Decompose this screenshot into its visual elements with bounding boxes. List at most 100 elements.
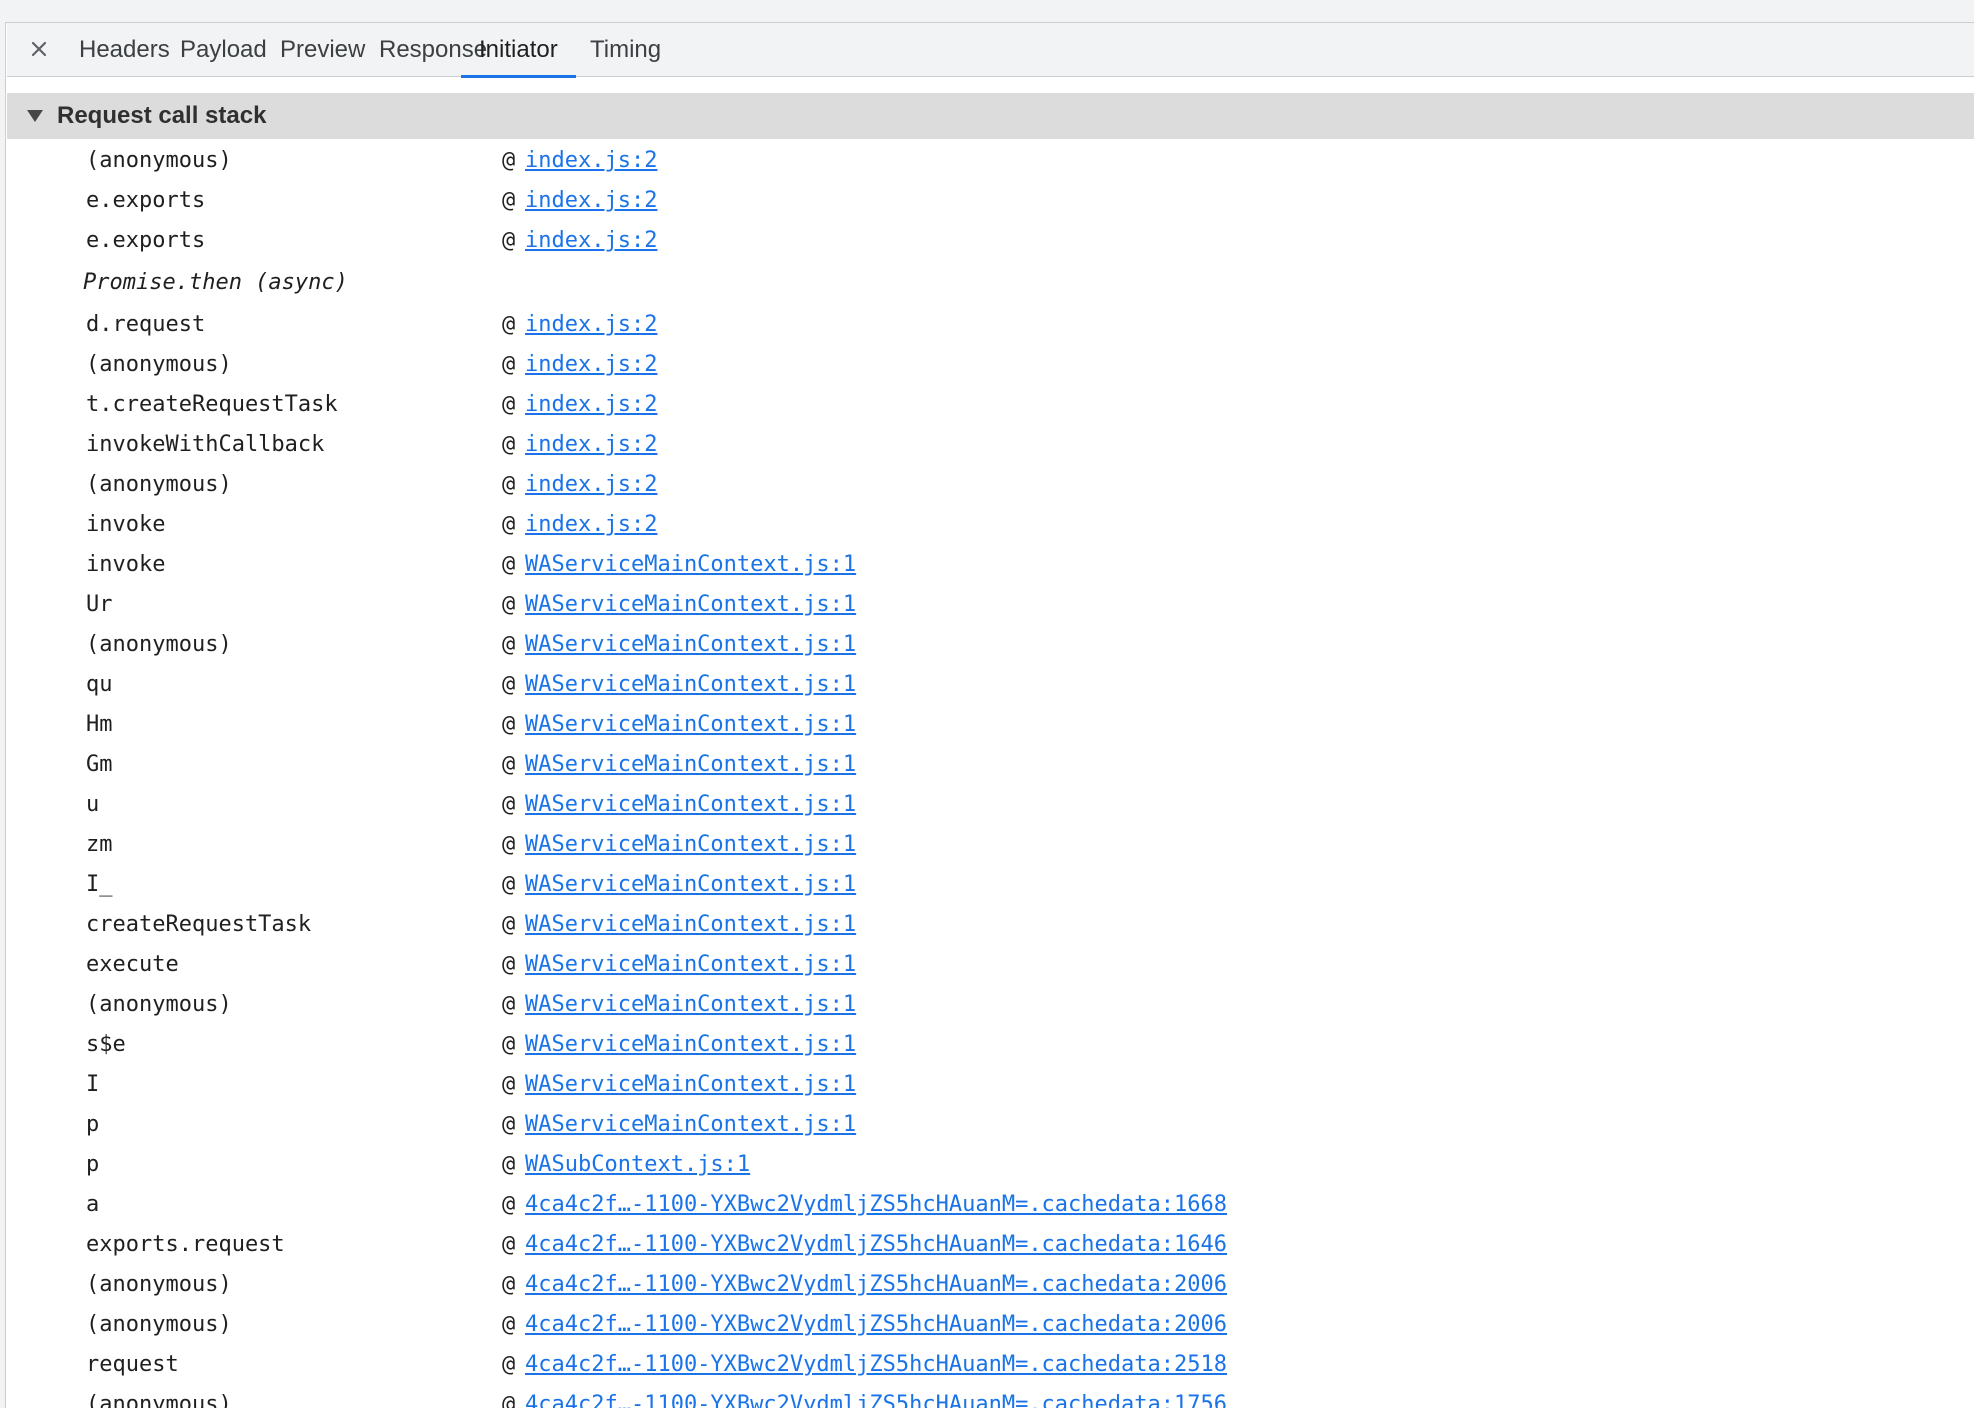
- call-stack-frame: e.exports @ index.js:2: [7, 221, 1974, 261]
- at-symbol: @: [502, 672, 516, 697]
- source-link[interactable]: index.js:2: [525, 425, 657, 465]
- at-symbol: @: [502, 632, 516, 657]
- call-stack-frame: (anonymous) @ index.js:2: [7, 465, 1974, 505]
- call-stack-frame: p @ WASubContext.js:1: [7, 1145, 1974, 1185]
- async-separator-row: Promise.then (async): [7, 261, 1974, 305]
- function-name: s$e: [86, 1032, 126, 1057]
- function-name: (anonymous): [86, 1312, 232, 1337]
- function-name: execute: [86, 952, 179, 977]
- at-symbol: @: [502, 148, 516, 173]
- source-link[interactable]: WAServiceMainContext.js:1: [525, 985, 856, 1025]
- call-stack-frame: (anonymous) @4ca4c2f…-1100-YXBwc2VydmljZS…: [7, 1305, 1974, 1345]
- source-link[interactable]: WAServiceMainContext.js:1: [525, 825, 856, 865]
- call-stack-frame: e.exports @ index.js:2: [7, 181, 1974, 221]
- source-link[interactable]: WAServiceMainContext.js:1: [525, 945, 856, 985]
- source-link[interactable]: 4ca4c2f…-1100-YXBwc2VydmljZS5hcHAuanM=.c…: [525, 1185, 1227, 1225]
- at-symbol: @: [502, 1152, 516, 1177]
- source-link[interactable]: WAServiceMainContext.js:1: [525, 1025, 856, 1065]
- call-stack-list: (anonymous) @ index.js:2 e.exports @ index.js…: [7, 141, 1974, 1408]
- function-name: e.exports: [86, 228, 206, 253]
- at-symbol: @: [502, 1272, 516, 1297]
- function-name: Gm: [86, 752, 113, 777]
- call-stack-frame: d.request @ index.js:2: [7, 305, 1974, 345]
- function-name: (anonymous): [86, 472, 232, 497]
- source-link[interactable]: WAServiceMainContext.js:1: [525, 665, 856, 705]
- source-link[interactable]: WAServiceMainContext.js:1: [525, 585, 856, 625]
- call-stack-frame: Gm @ WAServiceMainContext.js:1: [7, 745, 1974, 785]
- call-stack-frame: Ur @ WAServiceMainContext.js:1: [7, 585, 1974, 625]
- source-link[interactable]: WAServiceMainContext.js:1: [525, 545, 856, 585]
- source-link[interactable]: 4ca4c2f…-1100-YXBwc2VydmljZS5hcHAuanM=.c…: [525, 1385, 1227, 1408]
- at-symbol: @: [502, 188, 516, 213]
- at-symbol: @: [502, 592, 516, 617]
- call-stack-frame: u @ WAServiceMainContext.js:1: [7, 785, 1974, 825]
- call-stack-frame: qu @ WAServiceMainContext.js:1: [7, 665, 1974, 705]
- source-link[interactable]: 4ca4c2f…-1100-YXBwc2VydmljZS5hcHAuanM=.c…: [525, 1305, 1227, 1345]
- at-symbol: @: [502, 1312, 516, 1337]
- call-stack-frame: (anonymous) @4ca4c2f…-1100-YXBwc2VydmljZS…: [7, 1385, 1974, 1408]
- call-stack-frame: (anonymous) @4ca4c2f…-1100-YXBwc2VydmljZS…: [7, 1265, 1974, 1305]
- source-link[interactable]: WASubContext.js:1: [525, 1145, 750, 1185]
- tab-initiator[interactable]: Initiator: [461, 23, 576, 78]
- source-link[interactable]: WAServiceMainContext.js:1: [525, 1065, 856, 1105]
- call-stack-frame: invokeWithCallback @ index.js:2: [7, 425, 1974, 465]
- at-symbol: @: [502, 352, 516, 377]
- source-link[interactable]: WAServiceMainContext.js:1: [525, 905, 856, 945]
- function-name: invoke: [86, 552, 166, 577]
- call-stack-frame: t.createRequestTask @ index.js:2: [7, 385, 1974, 425]
- source-link[interactable]: index.js:2: [525, 305, 657, 345]
- function-name: Promise.then (async): [83, 270, 348, 295]
- at-symbol: @: [502, 792, 516, 817]
- call-stack-frame: s$e @ WAServiceMainContext.js:1: [7, 1025, 1974, 1065]
- at-symbol: @: [502, 1192, 516, 1217]
- at-symbol: @: [502, 912, 516, 937]
- at-symbol: @: [502, 872, 516, 897]
- source-link[interactable]: 4ca4c2f…-1100-YXBwc2VydmljZS5hcHAuanM=.c…: [525, 1265, 1227, 1305]
- function-name: I_: [86, 872, 113, 897]
- call-stack-frame: request @4ca4c2f…-1100-YXBwc2VydmljZS5hcH…: [7, 1345, 1974, 1385]
- function-name: invoke: [86, 512, 166, 537]
- function-name: (anonymous): [86, 1392, 232, 1408]
- source-link[interactable]: WAServiceMainContext.js:1: [525, 1105, 856, 1145]
- source-link[interactable]: WAServiceMainContext.js:1: [525, 785, 856, 825]
- function-name: d.request: [86, 312, 206, 337]
- close-icon[interactable]: [21, 31, 57, 67]
- source-link[interactable]: index.js:2: [525, 385, 657, 425]
- call-stack-frame: (anonymous) @ WAServiceMainContext.js:1: [7, 985, 1974, 1025]
- at-symbol: @: [502, 1072, 516, 1097]
- source-link[interactable]: WAServiceMainContext.js:1: [525, 745, 856, 785]
- source-link[interactable]: index.js:2: [525, 505, 657, 545]
- function-name: Hm: [86, 712, 113, 737]
- at-symbol: @: [502, 512, 516, 537]
- at-symbol: @: [502, 1392, 516, 1408]
- function-name: Ur: [86, 592, 113, 617]
- source-link[interactable]: index.js:2: [525, 345, 657, 385]
- source-link[interactable]: WAServiceMainContext.js:1: [525, 625, 856, 665]
- source-link[interactable]: index.js:2: [525, 221, 657, 261]
- source-link[interactable]: WAServiceMainContext.js:1: [525, 705, 856, 745]
- at-symbol: @: [502, 228, 516, 253]
- tab-timing[interactable]: Timing: [572, 23, 679, 77]
- window-top-strip: [0, 0, 1974, 23]
- call-stack-frame: (anonymous) @ WAServiceMainContext.js:1: [7, 625, 1974, 665]
- section-title: Request call stack: [57, 102, 267, 129]
- function-name: exports.request: [86, 1232, 285, 1257]
- source-link[interactable]: 4ca4c2f…-1100-YXBwc2VydmljZS5hcHAuanM=.c…: [525, 1225, 1227, 1265]
- request-call-stack-header[interactable]: Request call stack: [7, 93, 1974, 139]
- call-stack-frame: p @ WAServiceMainContext.js:1: [7, 1105, 1974, 1145]
- at-symbol: @: [502, 752, 516, 777]
- source-link[interactable]: index.js:2: [525, 465, 657, 505]
- function-name: createRequestTask: [86, 912, 312, 937]
- source-link[interactable]: 4ca4c2f…-1100-YXBwc2VydmljZS5hcHAuanM=.c…: [525, 1345, 1227, 1385]
- at-symbol: @: [502, 712, 516, 737]
- function-name: zm: [86, 832, 113, 857]
- function-name: request: [86, 1352, 179, 1377]
- source-link[interactable]: index.js:2: [525, 141, 657, 181]
- at-symbol: @: [502, 832, 516, 857]
- source-link[interactable]: WAServiceMainContext.js:1: [525, 865, 856, 905]
- at-symbol: @: [502, 312, 516, 337]
- collapse-triangle-icon: [27, 110, 43, 122]
- function-name: (anonymous): [86, 148, 232, 173]
- at-symbol: @: [502, 1112, 516, 1137]
- source-link[interactable]: index.js:2: [525, 181, 657, 221]
